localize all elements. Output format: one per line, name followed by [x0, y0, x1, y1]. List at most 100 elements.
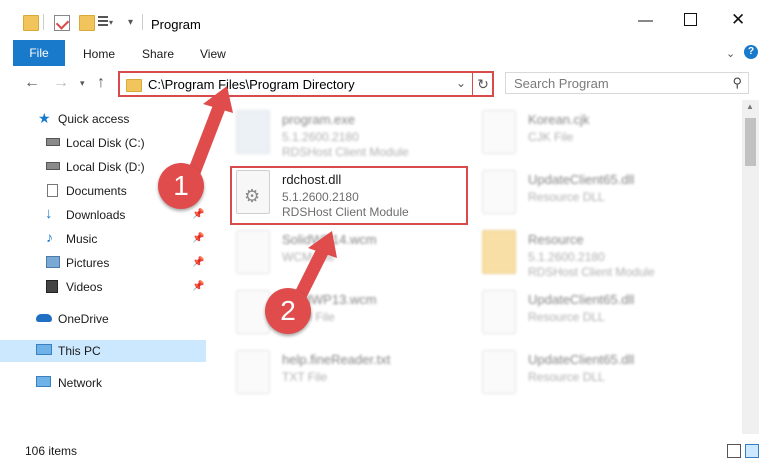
- list-item[interactable]: Resource 5.1.2600.2180 RDSHost Client Mo…: [482, 228, 732, 280]
- star-icon: ★: [38, 110, 51, 126]
- chevron-down-icon[interactable]: ⌄: [456, 76, 466, 90]
- refresh-icon[interactable]: ↻: [472, 73, 493, 95]
- cloud-icon: [36, 314, 52, 322]
- sidebar-item-local-disk-c[interactable]: Local Disk (C:): [0, 132, 206, 154]
- address-path[interactable]: C:\Program Files\Program Directory: [148, 77, 355, 92]
- divider: [142, 14, 143, 30]
- sidebar-item-pictures[interactable]: Pictures 📌: [0, 252, 206, 274]
- sidebar-item-onedrive[interactable]: OneDrive: [0, 308, 206, 330]
- sidebar-item-music[interactable]: ♪ Music 📌: [0, 228, 206, 250]
- file-name: Korean.cjk: [528, 112, 590, 127]
- chevron-down-icon[interactable]: ⌄: [726, 47, 735, 60]
- search-input[interactable]: Search Program ⚲: [505, 72, 749, 94]
- folder-icon: [482, 230, 516, 274]
- item-count: 106 items: [25, 444, 78, 458]
- file-meta: Resource DLL: [528, 370, 605, 384]
- new-folder-icon[interactable]: [79, 15, 95, 31]
- tab-home[interactable]: Home: [83, 47, 115, 61]
- pin-icon[interactable]: 📌: [192, 257, 204, 268]
- list-item[interactable]: Korean.cjk CJK File: [482, 108, 732, 160]
- drive-icon: [46, 162, 60, 170]
- file-name: UpdateClient65.dll: [528, 172, 635, 187]
- navigation-pane: ★ Quick access Local Disk (C:) Local Dis…: [0, 100, 206, 434]
- file-name: UpdateClient65.dll: [528, 352, 635, 367]
- sidebar-item-label: Documents: [66, 184, 127, 198]
- documents-icon: [47, 184, 58, 197]
- file-meta: Resource DLL: [528, 190, 605, 204]
- dll-file-icon: [482, 290, 516, 334]
- text-file-icon: [236, 350, 270, 394]
- folder-icon: [23, 15, 39, 31]
- pin-icon[interactable]: 📌: [192, 233, 204, 244]
- sidebar-item-label: Videos: [66, 280, 103, 294]
- computer-icon: [36, 344, 52, 355]
- help-icon[interactable]: ?: [744, 45, 758, 59]
- sidebar-item-quick-access[interactable]: ★ Quick access: [0, 108, 206, 130]
- pin-icon[interactable]: 📌: [192, 209, 204, 220]
- file-meta: CJK File: [528, 130, 574, 144]
- search-placeholder: Search Program: [514, 76, 609, 91]
- view-options-icon[interactable]: ▾: [98, 15, 113, 29]
- pictures-icon: [46, 256, 60, 268]
- scroll-thumb[interactable]: [745, 118, 756, 166]
- sidebar-item-this-pc[interactable]: This PC: [0, 340, 206, 362]
- music-icon: ♪: [46, 229, 53, 245]
- list-item[interactable]: UpdateClient65.dll Resource DLL: [482, 288, 732, 340]
- drive-icon: [46, 138, 60, 146]
- tab-share[interactable]: Share: [142, 47, 174, 61]
- folder-icon: [126, 79, 142, 92]
- list-item[interactable]: SolidWP14.wcm WCM File: [236, 228, 486, 280]
- cjk-file-icon: [482, 110, 516, 154]
- minimize-icon[interactable]: —: [638, 12, 653, 29]
- sidebar-item-label: Downloads: [66, 208, 126, 222]
- wcm-file-icon: [236, 230, 270, 274]
- sidebar-item-label: Network: [58, 376, 103, 390]
- forward-arrow-icon[interactable]: →: [53, 74, 69, 92]
- sidebar-item-label: Local Disk (C:): [66, 136, 145, 150]
- recent-locations-icon[interactable]: ▾: [80, 78, 85, 89]
- file-meta: 5.1.2600.2180: [282, 130, 359, 144]
- large-icons-view-icon[interactable]: [745, 444, 759, 458]
- sidebar-item-label: Music: [66, 232, 98, 246]
- tab-file[interactable]: File: [13, 40, 65, 66]
- address-bar[interactable]: C:\Program Files\Program Directory ⌄ ↻: [118, 71, 494, 97]
- sidebar-item-label: Quick access: [58, 112, 130, 126]
- back-arrow-icon[interactable]: ←: [24, 74, 40, 92]
- step-2-badge: 2: [265, 288, 311, 334]
- sidebar-item-label: OneDrive: [58, 312, 109, 326]
- tab-view[interactable]: View: [200, 47, 226, 61]
- file-name: program.exe: [282, 112, 355, 127]
- details-view-icon[interactable]: [727, 444, 741, 458]
- vertical-scrollbar[interactable]: ▲: [742, 100, 759, 434]
- dll-file-icon: [482, 350, 516, 394]
- file-name: SolidWP14.wcm: [282, 232, 377, 247]
- dll-file-icon: [482, 170, 516, 214]
- list-item[interactable]: program.exe 5.1.2600.2180 RDSHost Client…: [236, 108, 486, 160]
- file-description: RDSHost Client Module: [282, 145, 409, 159]
- file-highlight-box: [230, 166, 468, 225]
- file-meta: 5.1.2600.2180: [528, 250, 605, 264]
- pin-icon[interactable]: 📌: [192, 281, 204, 292]
- file-meta: Resource DLL: [528, 310, 605, 324]
- up-arrow-icon[interactable]: ↑: [97, 74, 105, 92]
- sidebar-item-label: Local Disk (D:): [66, 160, 145, 174]
- navigation-bar: ← → ▾ ↑ C:\Program Files\Program Directo…: [0, 66, 769, 100]
- search-icon[interactable]: ⚲: [732, 75, 742, 91]
- maximize-icon[interactable]: [684, 13, 697, 26]
- sidebar-item-videos[interactable]: Videos 📌: [0, 276, 206, 298]
- customize-toolbar-icon[interactable]: ▾: [128, 17, 133, 28]
- file-name: help.fineReader.txt: [282, 352, 391, 367]
- sidebar-item-label: Pictures: [66, 256, 110, 270]
- list-item[interactable]: help.fineReader.txt TXT File: [236, 348, 486, 400]
- file-meta: TXT File: [282, 370, 328, 384]
- scroll-up-icon[interactable]: ▲: [746, 102, 754, 111]
- divider: [43, 14, 44, 30]
- sidebar-item-network[interactable]: Network: [0, 372, 206, 394]
- close-icon[interactable]: ✕: [731, 10, 745, 30]
- sidebar-item-label: This PC: [58, 344, 101, 358]
- file-list: program.exe 5.1.2600.2180 RDSHost Client…: [206, 100, 742, 434]
- window-title: Program: [151, 17, 201, 32]
- list-item[interactable]: UpdateClient65.dll Resource DLL: [482, 348, 732, 400]
- properties-icon[interactable]: [54, 15, 70, 31]
- list-item[interactable]: UpdateClient65.dll Resource DLL: [482, 168, 732, 220]
